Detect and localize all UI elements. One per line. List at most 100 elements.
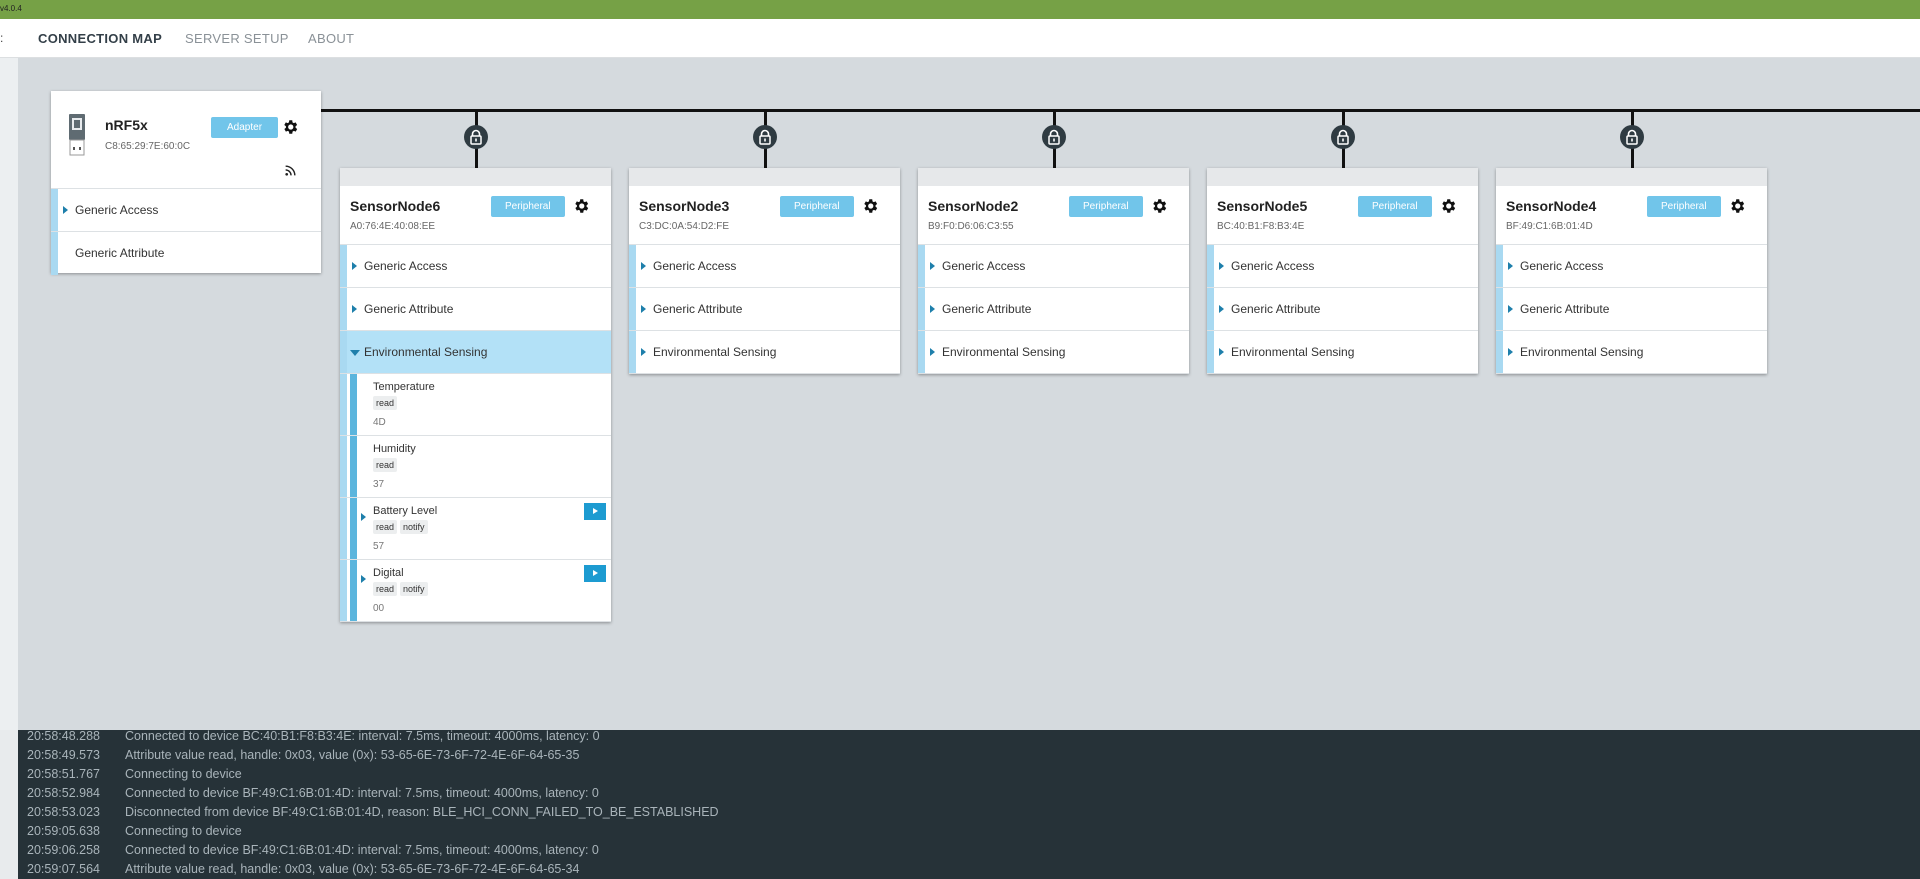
property-tag: notify	[400, 520, 428, 534]
gear-icon[interactable]	[1150, 197, 1168, 215]
service-row[interactable]: Generic Attribute	[1496, 288, 1767, 331]
service-label: Generic Access	[942, 259, 1026, 273]
service-label: Generic Attribute	[653, 302, 743, 316]
service-row[interactable]: Generic Access	[340, 245, 611, 288]
peripheral-badge[interactable]: Peripheral	[1358, 196, 1432, 217]
expand-arrow-icon	[352, 305, 357, 313]
log-time: 20:59:06.258	[27, 843, 100, 857]
service-row[interactable]: Generic Access	[629, 245, 900, 288]
connection-bus-line	[320, 109, 1920, 112]
expand-arrow-icon	[63, 206, 68, 214]
log-line: 20:59:06.258 Connected to device BF:49:C1…	[27, 843, 599, 857]
characteristic-name: Digital	[373, 567, 404, 579]
gear-icon[interactable]	[1728, 197, 1746, 215]
service-label: Generic Attribute	[1231, 302, 1321, 316]
log-line: 20:58:51.767 Connecting to device	[27, 767, 242, 781]
service-row[interactable]: Generic Access	[918, 245, 1189, 288]
service-label: Generic Access	[1231, 259, 1315, 273]
service-label: Generic Attribute	[1520, 302, 1610, 316]
service-label: Environmental Sensing	[942, 345, 1066, 359]
adapter-service-generic-attribute[interactable]: Generic Attribute	[51, 232, 321, 275]
lock-icon[interactable]	[1620, 125, 1644, 149]
log-line: 20:59:05.638 Connecting to device	[27, 824, 242, 838]
card-cap	[1496, 168, 1767, 186]
card-cap	[629, 168, 900, 186]
device-card: SensorNode4 BF:49:C1:6B:01:4D Peripheral…	[1496, 168, 1767, 374]
service-row[interactable]: Generic Attribute	[1207, 288, 1478, 331]
tab-server-setup[interactable]: SERVER SETUP	[185, 31, 289, 46]
peripheral-badge[interactable]: Peripheral	[1069, 196, 1143, 217]
log-line: 20:58:49.573 Attribute value read, handle…	[27, 748, 579, 762]
characteristic-row[interactable]: Humidity read 37	[340, 436, 611, 498]
service-row[interactable]: Generic Attribute	[918, 288, 1189, 331]
service-row[interactable]: Environmental Sensing	[340, 331, 611, 374]
device-address: B9:F0:D6:06:C3:55	[928, 221, 1014, 232]
log-message: Disconnected from device BF:49:C1:6B:01:…	[125, 805, 719, 819]
service-label: Generic Access	[364, 259, 448, 273]
log-line: 20:59:07.564 Attribute value read, handle…	[27, 862, 579, 876]
service-label: Environmental Sensing	[1520, 345, 1644, 359]
device-header: SensorNode5 BC:40:B1:F8:B3:4E Peripheral	[1207, 186, 1478, 245]
service-row[interactable]: Generic Attribute	[629, 288, 900, 331]
adapter-badge[interactable]: Adapter	[211, 117, 279, 138]
log-time: 20:58:49.573	[27, 748, 100, 762]
card-cap	[1207, 168, 1478, 186]
gear-icon[interactable]	[572, 197, 590, 215]
expand-arrow-icon	[1508, 348, 1513, 356]
gear-icon[interactable]	[861, 197, 879, 215]
notify-toggle-button[interactable]	[584, 503, 606, 520]
service-label: Environmental Sensing	[364, 345, 488, 359]
service-row[interactable]: Environmental Sensing	[1496, 331, 1767, 374]
gear-icon[interactable]	[1439, 197, 1457, 215]
characteristic-row[interactable]: Battery Level read notify 57	[340, 498, 611, 560]
property-tag: read	[373, 582, 398, 596]
top-navigation: : CONNECTION MAP SERVER SETUP ABOUT	[0, 19, 1920, 58]
log-time: 20:58:51.767	[27, 767, 100, 781]
property-tag: read	[373, 520, 398, 534]
menu-handle[interactable]: :	[0, 31, 3, 45]
service-row[interactable]: Environmental Sensing	[918, 331, 1189, 374]
notify-toggle-button[interactable]	[584, 565, 606, 582]
characteristic-name: Battery Level	[373, 505, 438, 517]
tab-about[interactable]: ABOUT	[308, 31, 354, 46]
service-label: Environmental Sensing	[1231, 345, 1355, 359]
log-message: Attribute value read, handle: 0x03, valu…	[125, 748, 580, 762]
log-message: Connecting to device	[125, 824, 242, 838]
characteristic-row[interactable]: Digital read notify 00	[340, 560, 611, 622]
service-label: Generic Attribute	[364, 302, 454, 316]
tab-connection-map[interactable]: CONNECTION MAP	[38, 31, 162, 46]
device-name: SensorNode5	[1217, 198, 1308, 214]
log-line: 20:58:52.984 Connected to device BF:49:C1…	[27, 786, 599, 800]
lock-icon[interactable]	[1331, 125, 1355, 149]
device-address: C3:DC:0A:54:D2:FE	[639, 221, 730, 232]
left-strip	[0, 58, 18, 730]
card-cap	[340, 168, 611, 186]
adapter-service-generic-access[interactable]: Generic Access	[51, 189, 321, 232]
service-row[interactable]: Generic Attribute	[340, 288, 611, 331]
log-message: Connected to device BF:49:C1:6B:01:4D: i…	[125, 786, 599, 800]
device-header: SensorNode2 B9:F0:D6:06:C3:55 Peripheral	[918, 186, 1189, 245]
log-panel: 20:58:48.288 Connected to device BC:40:B1…	[18, 730, 1920, 879]
lock-icon[interactable]	[464, 125, 488, 149]
device-address: A0:76:4E:40:08:EE	[350, 221, 436, 232]
characteristic-row[interactable]: Temperature read 4D	[340, 374, 611, 436]
device-name: SensorNode2	[928, 198, 1019, 214]
service-row[interactable]: Environmental Sensing	[1207, 331, 1478, 374]
service-label: Generic Access	[1520, 259, 1604, 273]
service-row[interactable]: Generic Access	[1207, 245, 1478, 288]
service-row[interactable]: Environmental Sensing	[629, 331, 900, 374]
device-name: SensorNode6	[350, 198, 441, 214]
expand-arrow-icon	[361, 513, 366, 521]
adapter-gear-icon[interactable]	[281, 118, 299, 136]
peripheral-badge[interactable]: Peripheral	[491, 196, 565, 217]
lock-icon[interactable]	[753, 125, 777, 149]
peripheral-badge[interactable]: Peripheral	[780, 196, 854, 217]
peripheral-badge[interactable]: Peripheral	[1647, 196, 1721, 217]
expand-arrow-icon	[1508, 305, 1513, 313]
characteristic-value: 57	[373, 541, 385, 552]
lock-icon[interactable]	[1042, 125, 1066, 149]
service-row[interactable]: Generic Access	[1496, 245, 1767, 288]
expand-arrow-icon	[641, 348, 646, 356]
device-card: SensorNode5 BC:40:B1:F8:B3:4E Peripheral…	[1207, 168, 1478, 374]
device-header: SensorNode3 C3:DC:0A:54:D2:FE Peripheral	[629, 186, 900, 245]
